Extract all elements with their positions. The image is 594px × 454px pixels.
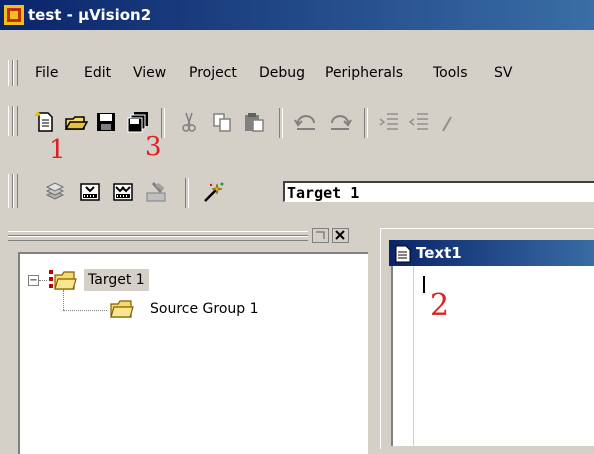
tree-item-source-group[interactable]: Source Group 1 bbox=[150, 301, 259, 317]
restore-icon bbox=[316, 231, 325, 239]
indent-icon bbox=[379, 113, 398, 130]
menu-debug[interactable]: Debug bbox=[259, 65, 305, 81]
toolbar-separator bbox=[364, 108, 368, 138]
menu-file[interactable]: File bbox=[35, 65, 58, 81]
tree-connector bbox=[39, 280, 47, 281]
cut-icon bbox=[182, 112, 196, 132]
find-icon bbox=[442, 116, 452, 132]
text-cursor bbox=[423, 276, 425, 293]
save-button[interactable] bbox=[94, 110, 118, 134]
redo-icon bbox=[331, 115, 352, 130]
tree-connector bbox=[63, 290, 64, 310]
window-title: test - µVision2 bbox=[28, 6, 152, 24]
copy-icon bbox=[213, 113, 231, 132]
tree-item-target-label: Target 1 bbox=[88, 272, 145, 288]
menu-peripherals[interactable]: Peripherals bbox=[325, 65, 403, 81]
save-all-button[interactable] bbox=[126, 110, 150, 134]
cut-button[interactable] bbox=[177, 110, 201, 134]
translate-icon bbox=[45, 182, 65, 200]
project-tree: − Target 1 Source Group 1 bbox=[18, 252, 368, 454]
menu-project[interactable]: Project bbox=[189, 65, 237, 81]
annotation-2: 2 bbox=[430, 288, 450, 323]
menu-tools[interactable]: Tools bbox=[433, 65, 468, 81]
document-icon[interactable] bbox=[395, 245, 411, 263]
translate-button[interactable] bbox=[43, 180, 67, 204]
open-button[interactable] bbox=[64, 110, 88, 134]
editor-title-bar[interactable]: Text1 bbox=[389, 240, 594, 266]
project-pane-header bbox=[8, 228, 363, 248]
find-button[interactable] bbox=[436, 110, 460, 134]
rebuild-all-button[interactable] bbox=[111, 180, 135, 204]
toolbar-grip-2[interactable] bbox=[13, 106, 18, 136]
save-all-icon bbox=[127, 112, 148, 133]
toolbar-separator bbox=[185, 178, 189, 208]
toolbar-grip-2[interactable] bbox=[13, 174, 18, 208]
uvision-app-icon[interactable] bbox=[4, 5, 24, 25]
annotation-1: 1 bbox=[49, 135, 66, 165]
outdent-button[interactable] bbox=[407, 110, 431, 134]
menu-edit[interactable]: Edit bbox=[84, 65, 111, 81]
menu-svcs[interactable]: SV bbox=[494, 65, 512, 81]
new-file-icon bbox=[35, 111, 53, 132]
outdent-icon bbox=[408, 113, 428, 130]
source-group-folder-icon[interactable] bbox=[109, 298, 135, 320]
indent-button[interactable] bbox=[377, 110, 401, 134]
stop-build-icon bbox=[146, 182, 166, 202]
close-icon bbox=[335, 230, 345, 240]
annotation-3: 3 bbox=[145, 132, 162, 162]
pane-drag-grip-2[interactable] bbox=[8, 236, 308, 241]
pane-close-button[interactable] bbox=[332, 228, 349, 243]
title-bar[interactable]: test - µVision2 bbox=[0, 0, 594, 30]
redo-button[interactable] bbox=[328, 110, 352, 134]
open-folder-icon bbox=[64, 116, 88, 130]
target-options-icon bbox=[204, 182, 224, 202]
paste-button[interactable] bbox=[242, 110, 266, 134]
select-target-combobox[interactable]: Target 1 bbox=[283, 181, 594, 202]
editor-title: Text1 bbox=[416, 244, 462, 262]
new-file-button[interactable] bbox=[33, 110, 57, 134]
build-button[interactable] bbox=[78, 180, 102, 204]
paste-icon bbox=[245, 113, 264, 132]
tree-expander[interactable]: − bbox=[28, 275, 39, 286]
toolbar-separator bbox=[161, 108, 165, 138]
tree-connector bbox=[63, 310, 107, 311]
tree-item-target[interactable]: Target 1 bbox=[84, 269, 149, 291]
save-icon bbox=[97, 113, 115, 131]
build-icon bbox=[80, 183, 100, 201]
undo-icon bbox=[294, 115, 315, 130]
target-folder-icon[interactable] bbox=[47, 268, 77, 292]
editor-gutter bbox=[393, 266, 414, 446]
undo-button[interactable] bbox=[294, 110, 318, 134]
menu-bar: File Edit View Project Debug Peripherals… bbox=[0, 56, 594, 88]
menu-bar-grip-2[interactable] bbox=[13, 60, 18, 86]
menu-view[interactable]: View bbox=[133, 65, 166, 81]
collapse-minus-icon: − bbox=[29, 275, 38, 286]
target-options-button[interactable] bbox=[202, 180, 226, 204]
pane-float-button[interactable] bbox=[312, 228, 329, 243]
stop-build-button[interactable] bbox=[144, 180, 168, 204]
rebuild-icon bbox=[113, 183, 133, 201]
code-editor[interactable]: 2 bbox=[391, 266, 594, 446]
file-toolbar: 1 3 bbox=[0, 100, 594, 165]
toolbar-separator bbox=[279, 108, 283, 138]
copy-button[interactable] bbox=[210, 110, 234, 134]
